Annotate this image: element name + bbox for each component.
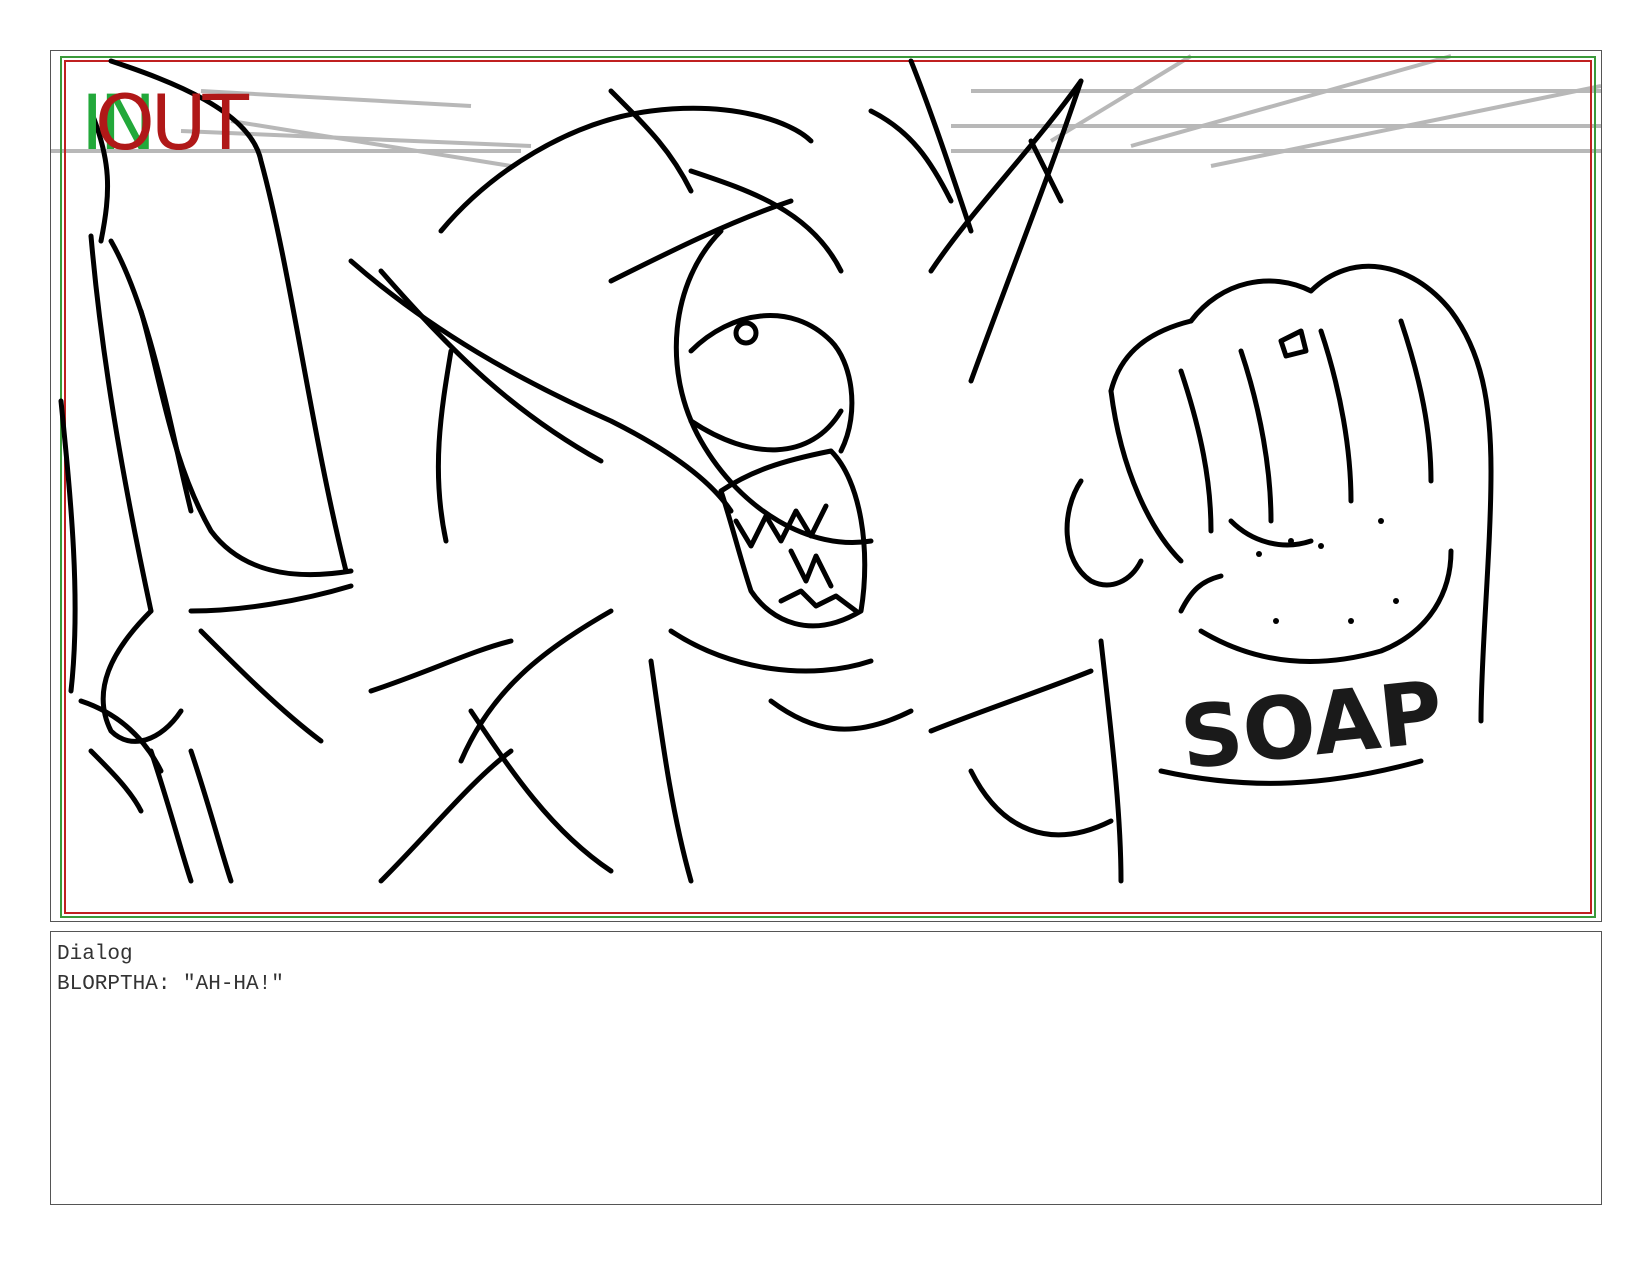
guide-lines [51,54,1601,168]
dialog-heading: Dialog [57,943,133,966]
dialog-box: Dialog BLORPTHA: "AH-HA!" [50,931,1602,1205]
panel-sketch: SOAP [51,54,1601,918]
safe-area-green [60,56,1596,918]
sign-text: SOAP [1176,662,1447,789]
out-marker: OUT [95,78,249,167]
soap-speckles [1256,518,1399,624]
dialog-line: BLORPTHA: "AH-HA!" [57,973,284,996]
in-out-marker: IN OUT [81,85,281,165]
safe-area-red [64,60,1592,914]
storyboard-panel: SOAP IN OUT [50,50,1602,922]
